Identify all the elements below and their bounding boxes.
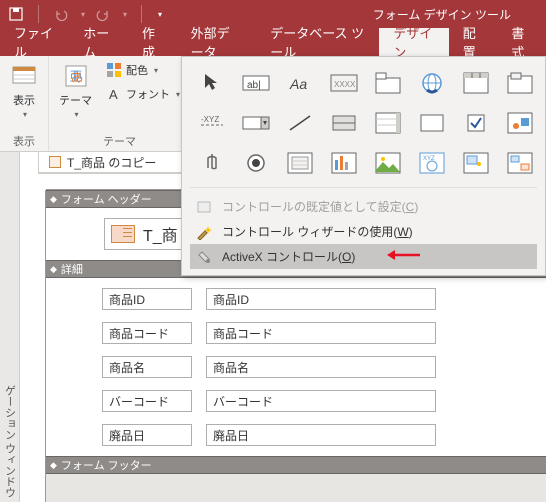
listbox-icon[interactable] — [368, 105, 408, 141]
themes-button[interactable]: 亜あ テーマ ▾ — [55, 60, 96, 121]
tab-arrange[interactable]: 配置 — [449, 28, 498, 56]
controls-gallery: ab| Aa XXXX -XYZ XYZ — [181, 56, 546, 276]
tab-db-tools[interactable]: データベース ツール — [256, 28, 379, 56]
hyperlink-icon[interactable] — [412, 65, 452, 101]
tab-create[interactable]: 作成 — [128, 28, 177, 56]
pagebreak-icon[interactable]: -XYZ — [192, 105, 232, 141]
set-control-defaults-item: コントロールの既定値として設定(C) — [190, 194, 537, 219]
chart-icon[interactable] — [500, 145, 540, 181]
subform-icon[interactable] — [280, 145, 320, 181]
button-icon[interactable]: XXXX — [324, 65, 364, 101]
option-group-icon[interactable] — [500, 65, 540, 101]
field-label[interactable]: 商品ID — [102, 288, 192, 310]
tool-title: フォーム デザイン ツール — [373, 6, 546, 23]
select-tool-icon[interactable] — [192, 65, 232, 101]
combobox-icon[interactable] — [236, 105, 276, 141]
svg-text:ab|: ab| — [247, 80, 261, 91]
attachment-icon[interactable] — [192, 145, 232, 181]
vertical-ruler — [34, 190, 46, 502]
unbound-object-icon[interactable] — [500, 105, 540, 141]
activex-controls-item[interactable]: ActiveX コントロール(O) — [190, 244, 537, 269]
redo-icon[interactable] — [95, 6, 111, 22]
save-icon[interactable] — [8, 6, 24, 22]
fonts-button[interactable]: A フォント▾ — [102, 84, 184, 104]
form-tab[interactable]: T_商品 のコピー — [38, 151, 185, 173]
undo-icon[interactable] — [53, 6, 69, 22]
label-icon[interactable]: Aa — [280, 65, 320, 101]
svg-text:XXXX: XXXX — [334, 80, 356, 89]
field-label[interactable]: 商品名 — [102, 356, 192, 378]
section-form-footer[interactable]: ◆フォーム フッター — [46, 456, 546, 474]
view-button[interactable]: 表示 ▾ — [6, 60, 42, 121]
field-control[interactable]: 廃品日 — [206, 424, 436, 446]
checkbox-icon[interactable] — [456, 105, 496, 141]
line-icon[interactable] — [280, 105, 320, 141]
tab-format[interactable]: 書式 — [497, 28, 546, 56]
ribbon: 表示 ▾ 表示 亜あ テーマ ▾ 配色▾ A フォント▾ — [0, 56, 546, 152]
tab-external[interactable]: 外部データ — [177, 28, 257, 56]
toggle-icon[interactable] — [324, 105, 364, 141]
option-button-icon[interactable] — [236, 145, 276, 181]
field-control[interactable]: 商品ID — [206, 288, 436, 310]
field-label[interactable]: 商品コード — [102, 322, 192, 344]
tab-home[interactable]: ホーム — [69, 28, 128, 56]
nav-control-icon[interactable] — [456, 65, 496, 101]
field-control[interactable]: 商品名 — [206, 356, 436, 378]
use-control-wizards-item[interactable]: コントロール ウィザードの使用(W) — [190, 219, 537, 244]
bound-object-icon[interactable] — [324, 145, 364, 181]
field-label[interactable]: 廃品日 — [102, 424, 192, 446]
nav-subform-icon[interactable] — [456, 145, 496, 181]
field-label[interactable]: バーコード — [102, 390, 192, 412]
form-icon — [49, 156, 61, 168]
svg-text:-XYZ: -XYZ — [201, 115, 219, 124]
svg-text:Aa: Aa — [289, 76, 307, 92]
field-control[interactable]: 商品コード — [206, 322, 436, 344]
svg-text:A: A — [109, 87, 118, 102]
form-title-icon — [111, 225, 135, 243]
ribbon-tabs: ファイル ホーム 作成 外部データ データベース ツール デザイン 配置 書式 — [0, 28, 546, 56]
tab-design[interactable]: デザイン — [379, 28, 448, 56]
svg-text:あ: あ — [70, 70, 83, 85]
rectangle-icon[interactable] — [412, 105, 452, 141]
textbox-icon[interactable]: ab| — [236, 65, 276, 101]
tab-control-icon[interactable] — [368, 65, 408, 101]
navigation-pane[interactable]: ゲーション ウィンドウ — [0, 152, 20, 502]
qat-customize-icon[interactable]: ▾ — [158, 10, 162, 19]
form-title-control[interactable]: T_商 — [104, 218, 189, 250]
field-control[interactable]: バーコード — [206, 390, 436, 412]
red-arrow-icon — [385, 248, 421, 265]
colors-button[interactable]: 配色▾ — [102, 60, 184, 80]
image-icon[interactable] — [368, 145, 408, 181]
tab-file[interactable]: ファイル — [0, 28, 69, 56]
web-browser-icon[interactable]: XYZ — [412, 145, 452, 181]
